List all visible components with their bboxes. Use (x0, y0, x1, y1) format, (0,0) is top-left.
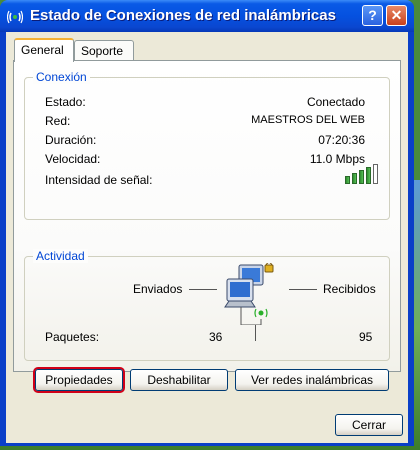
network-computers-icon (224, 263, 274, 325)
network-label: Red: (45, 114, 71, 128)
close-button[interactable]: Cerrar (335, 414, 403, 436)
tab-panel-general: Conexión Estado: Conectado Red: MAESTROS… (13, 60, 401, 372)
signal-bar (345, 176, 350, 184)
signal-bar (366, 167, 371, 184)
duration-label: Duración: (45, 133, 97, 147)
title-bar[interactable]: Estado de Conexiones de red inalámbricas… (0, 0, 414, 32)
wireless-network-icon (7, 10, 23, 24)
window-title: Estado de Conexiones de red inalámbricas (30, 7, 336, 24)
signal-bar (373, 164, 378, 184)
signal-bar (359, 170, 364, 184)
signal-strength-icon (345, 164, 381, 184)
status-value: Conectado (306, 95, 365, 109)
connection-group: Conexión Estado: Conectado Red: MAESTROS… (24, 70, 390, 220)
status-label: Estado: (45, 95, 86, 109)
packets-received-value: 95 (359, 330, 373, 344)
properties-button[interactable]: Propiedades (35, 369, 123, 391)
activity-separator (255, 325, 256, 341)
disable-button[interactable]: Deshabilitar (130, 369, 228, 391)
signal-bar (352, 173, 357, 184)
connection-group-label: Conexión (33, 70, 90, 84)
signal-label: Intensidad de señal: (45, 173, 153, 187)
network-value: MAESTROS DEL WEB (251, 114, 365, 126)
close-window-button[interactable]: ✕ (386, 5, 407, 26)
duration-value: 07:20:36 (318, 133, 365, 147)
view-networks-button[interactable]: Ver redes inalámbricas (235, 369, 389, 391)
tab-soporte[interactable]: Soporte (74, 40, 134, 60)
status-dialog: Estado de Conexiones de red inalámbricas… (0, 0, 414, 446)
activity-group-label: Actividad (33, 249, 88, 263)
activity-group: Actividad Enviados Recibidos Paquetes: 3… (24, 249, 390, 361)
packets-label: Paquetes: (45, 330, 100, 344)
tab-general[interactable]: General (14, 38, 74, 62)
sent-line (189, 289, 217, 290)
help-button[interactable]: ? (362, 5, 383, 26)
packets-sent-value: 36 (209, 330, 223, 344)
sent-label: Enviados (133, 282, 183, 296)
received-label: Recibidos (323, 282, 376, 296)
speed-label: Velocidad: (45, 152, 101, 166)
dialog-body: General Soporte Conexión Estado: Conecta… (6, 32, 408, 443)
received-line (289, 289, 317, 290)
